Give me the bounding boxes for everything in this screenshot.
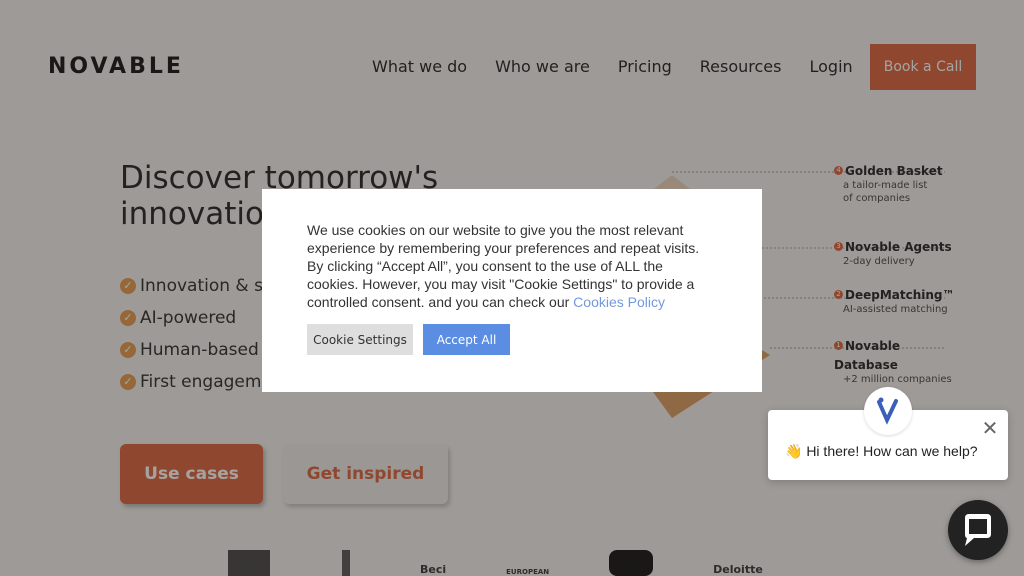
cookie-settings-button[interactable]: Cookie Settings (307, 324, 413, 355)
cookie-message: We use cookies on our website to give yo… (307, 222, 700, 310)
chat-greeting-text: 👋 Hi there! How can we help? (785, 443, 978, 459)
chat-icon (965, 514, 991, 546)
chat-agent-avatar (864, 387, 912, 435)
close-icon[interactable]: ✕ (980, 418, 1000, 438)
accept-all-button[interactable]: Accept All (423, 324, 510, 355)
cookies-policy-link[interactable]: Cookies Policy (573, 294, 665, 310)
cookie-consent-dialog: We use cookies on our website to give yo… (262, 189, 762, 392)
novable-v-icon (877, 397, 898, 425)
chat-launcher-button[interactable] (948, 500, 1008, 560)
